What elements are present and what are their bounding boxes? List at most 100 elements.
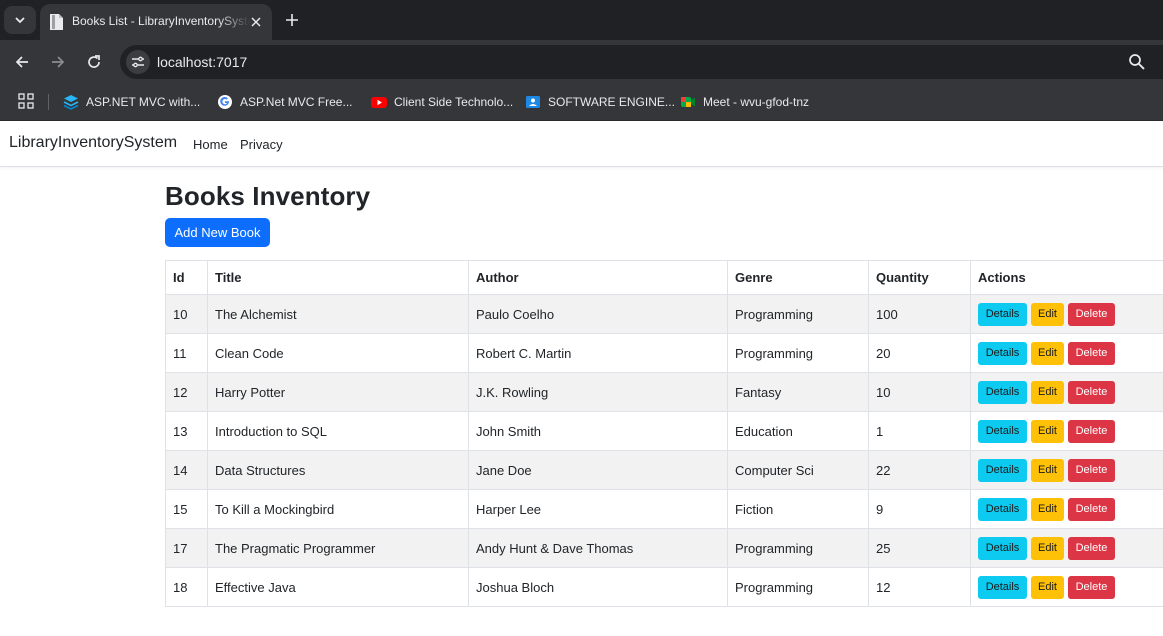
browser-tab[interactable]: Books List - LibraryInventorySystem	[40, 4, 272, 40]
edit-button[interactable]: Edit	[1031, 536, 1064, 560]
details-button[interactable]: Details	[978, 497, 1027, 521]
table-header-row: Id Title Author Genre Quantity Actions	[165, 260, 1163, 295]
apps-grid-icon[interactable]	[18, 93, 34, 109]
table-row: 18 Effective Java Joshua Bloch Programming 1…	[165, 567, 1163, 607]
cell-actions: Details Edit Delete	[970, 294, 1163, 334]
cell-actions: Details Edit Delete	[970, 333, 1163, 373]
bookmarks-divider	[48, 94, 49, 110]
bookmark-item[interactable]: ASP.Net MVC Free...	[217, 86, 352, 118]
books-table: Id Title Author Genre Quantity Actions 1…	[165, 260, 1163, 607]
cell-author: Paulo Coelho	[468, 294, 728, 334]
table-row: 15 To Kill a Mockingbird Harper Lee Fiction…	[165, 489, 1163, 529]
cell-quantity: 100	[868, 294, 971, 334]
nav-link-home[interactable]: Home	[193, 137, 228, 152]
row-actions: Details Edit Delete	[978, 302, 1163, 326]
cell-id: 15	[165, 489, 208, 529]
cell-author: J.K. Rowling	[468, 372, 728, 412]
cell-author: Andy Hunt & Dave Thomas	[468, 528, 728, 568]
row-actions: Details Edit Delete	[978, 536, 1163, 560]
reload-button[interactable]	[82, 50, 106, 74]
details-button[interactable]: Details	[978, 302, 1027, 326]
delete-button[interactable]: Delete	[1068, 536, 1115, 560]
new-tab-button[interactable]	[280, 8, 304, 32]
table-row: 10 The Alchemist Paulo Coelho Programming 10…	[165, 294, 1163, 334]
details-button[interactable]: Details	[978, 575, 1027, 599]
cell-author: Jane Doe	[468, 450, 728, 490]
edit-button[interactable]: Edit	[1031, 458, 1064, 482]
cell-genre: Programming	[727, 294, 869, 334]
column-header-genre: Genre	[727, 260, 869, 295]
edit-button[interactable]: Edit	[1031, 419, 1064, 443]
delete-button[interactable]: Delete	[1068, 419, 1115, 443]
page-title: Books Inventory	[165, 181, 371, 211]
bookmark-label: Client Side Technolo...	[394, 95, 514, 109]
bookmark-label: ASP.NET MVC with...	[86, 95, 201, 109]
cell-author: Joshua Bloch	[468, 567, 728, 607]
cell-actions: Details Edit Delete	[970, 567, 1163, 607]
close-tab-button[interactable]	[246, 12, 266, 32]
zoom-icon[interactable]	[1128, 53, 1146, 71]
meet-icon	[681, 97, 695, 107]
column-header-id: Id	[165, 260, 208, 295]
site-navbar: LibraryInventorySystem Home Privacy	[0, 121, 1163, 167]
cell-genre: Programming	[727, 333, 869, 373]
arrow-right-icon	[52, 56, 65, 68]
column-header-title: Title	[207, 260, 469, 295]
edit-button[interactable]: Edit	[1031, 341, 1064, 365]
edit-button[interactable]: Edit	[1031, 575, 1064, 599]
edit-button[interactable]: Edit	[1031, 302, 1064, 326]
bookmark-item[interactable]: SOFTWARE ENGINE...	[525, 86, 675, 118]
tab-title: Books List - LibraryInventorySystem	[72, 14, 250, 28]
delete-button[interactable]: Delete	[1068, 341, 1115, 365]
details-button[interactable]: Details	[978, 419, 1027, 443]
delete-button[interactable]: Delete	[1068, 497, 1115, 521]
table-row: 11 Clean Code Robert C. Martin Programming 2…	[165, 333, 1163, 373]
browser-tab-strip: Books List - LibraryInventorySystem	[0, 0, 1163, 40]
cell-author: John Smith	[468, 411, 728, 451]
table-row: 12 Harry Potter J.K. Rowling Fantasy 10 Detai…	[165, 372, 1163, 412]
cell-quantity: 1	[868, 411, 971, 451]
site-info-button[interactable]	[126, 50, 150, 74]
bookmark-item[interactable]: Meet - wvu-gfod-tnz	[680, 86, 809, 118]
youtube-icon	[371, 97, 387, 108]
cell-author: Robert C. Martin	[468, 333, 728, 373]
cell-quantity: 20	[868, 333, 971, 373]
back-button[interactable]	[10, 50, 34, 74]
delete-button[interactable]: Delete	[1068, 302, 1115, 326]
cell-title: Effective Java	[207, 567, 469, 607]
cell-title: Clean Code	[207, 333, 469, 373]
nav-link-privacy[interactable]: Privacy	[240, 137, 283, 152]
cell-id: 14	[165, 450, 208, 490]
edit-button[interactable]: Edit	[1031, 497, 1064, 521]
forward-button[interactable]	[46, 50, 70, 74]
details-button[interactable]: Details	[978, 341, 1027, 365]
tab-search-button[interactable]	[4, 6, 36, 34]
delete-button[interactable]: Delete	[1068, 458, 1115, 482]
details-button[interactable]: Details	[978, 458, 1027, 482]
row-actions: Details Edit Delete	[978, 419, 1163, 443]
cell-quantity: 25	[868, 528, 971, 568]
address-bar[interactable]: localhost:7017	[120, 45, 1163, 79]
edit-button[interactable]: Edit	[1031, 380, 1064, 404]
details-button[interactable]: Details	[978, 380, 1027, 404]
reload-icon	[88, 55, 100, 68]
chevron-down-icon	[15, 17, 25, 24]
cell-quantity: 10	[868, 372, 971, 412]
cell-title: To Kill a Mockingbird	[207, 489, 469, 529]
bookmark-item[interactable]: Client Side Technolo...	[371, 86, 513, 118]
close-icon	[251, 17, 261, 27]
column-header-quantity: Quantity	[868, 260, 971, 295]
bookmark-item[interactable]: ASP.NET MVC with...	[63, 86, 200, 118]
navbar-brand[interactable]: LibraryInventorySystem	[9, 134, 177, 152]
cell-title: The Alchemist	[207, 294, 469, 334]
delete-button[interactable]: Delete	[1068, 575, 1115, 599]
delete-button[interactable]: Delete	[1068, 380, 1115, 404]
url-text: localhost:7017	[157, 54, 248, 70]
cell-id: 11	[165, 333, 208, 373]
bookmark-label: ASP.Net MVC Free...	[240, 95, 353, 109]
cell-actions: Details Edit Delete	[970, 489, 1163, 529]
cell-quantity: 22	[868, 450, 971, 490]
details-button[interactable]: Details	[978, 536, 1027, 560]
cell-genre: Education	[727, 411, 869, 451]
add-new-book-button[interactable]: Add New Book	[165, 218, 270, 247]
